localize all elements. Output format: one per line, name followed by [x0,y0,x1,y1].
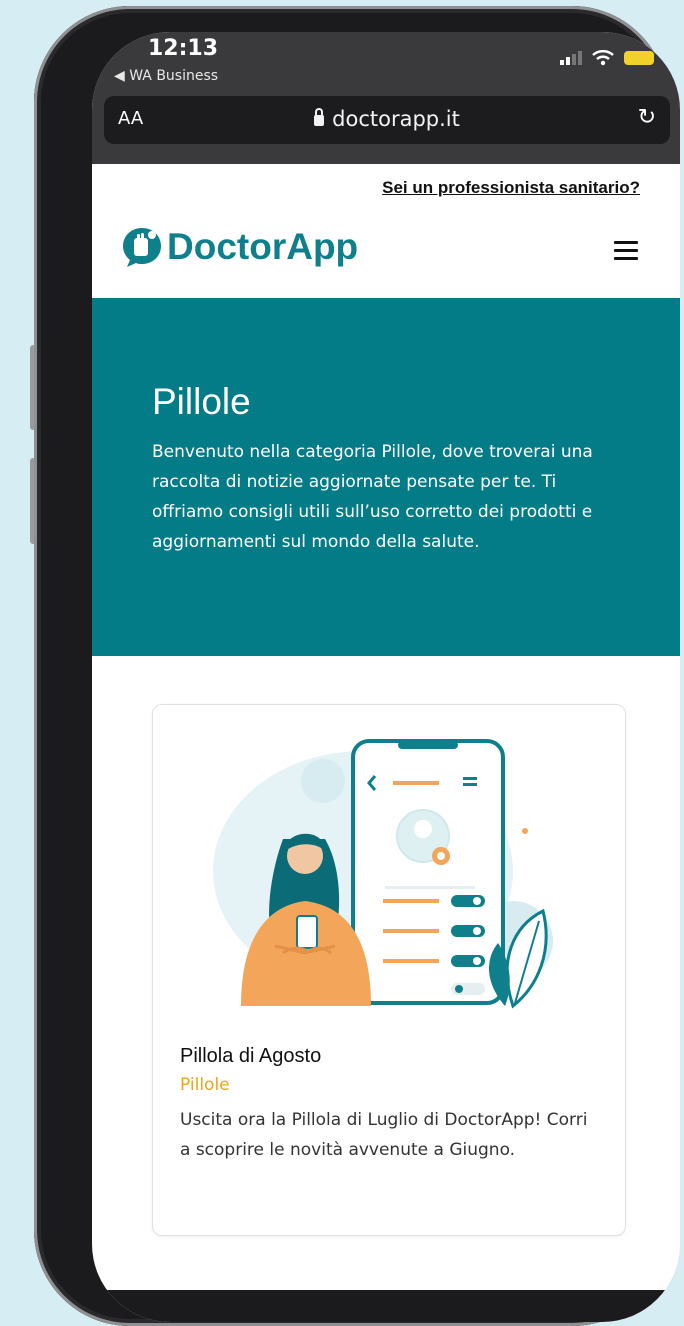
status-time: 12:13 [148,36,219,61]
category-description: Benvenuto nella categoria Pillole, dove … [152,442,593,552]
doctorapp-logo-icon [123,228,161,267]
battery-icon [624,51,654,65]
status-bar: 12:13 ◀ WA Business AA doctorapp.it ↻ [92,32,680,164]
article-card[interactable]: Pillola di Agosto Pillole Uscita ora la … [152,704,626,1236]
phone-frame: 12:13 ◀ WA Business AA doctorapp.it ↻ Se… [34,6,680,1326]
url-field[interactable]: doctorapp.it [104,107,670,131]
reload-icon[interactable]: ↻ [638,105,656,130]
status-icons [560,50,654,66]
address-bar[interactable]: AA doctorapp.it ↻ [104,96,670,144]
site-logo[interactable]: DoctorApp [120,225,358,269]
category-title: Pillole [152,381,251,422]
hamburger-menu-icon[interactable] [614,241,638,260]
professional-link[interactable]: Sei un professionista sanitario? [382,178,640,198]
article-category[interactable]: Pillole [180,1075,230,1095]
article-excerpt: Uscita ora la Pillola di Luglio di Docto… [180,1110,588,1160]
back-to-app-link[interactable]: ◀ WA Business [114,68,218,84]
url-text: doctorapp.it [332,107,460,131]
category-hero: Pillole Benvenuto nella categoria Pillol… [92,298,680,656]
phone-illustration [213,739,553,1009]
lock-icon [314,108,325,126]
phone-bottom-bezel [92,1290,680,1322]
phone-screen: 12:13 ◀ WA Business AA doctorapp.it ↻ Se… [92,32,680,1322]
article-title[interactable]: Pillola di Agosto [180,1045,321,1068]
logo-text: DoctorApp [167,226,359,267]
signal-icon [560,51,582,65]
wifi-icon [592,50,614,66]
